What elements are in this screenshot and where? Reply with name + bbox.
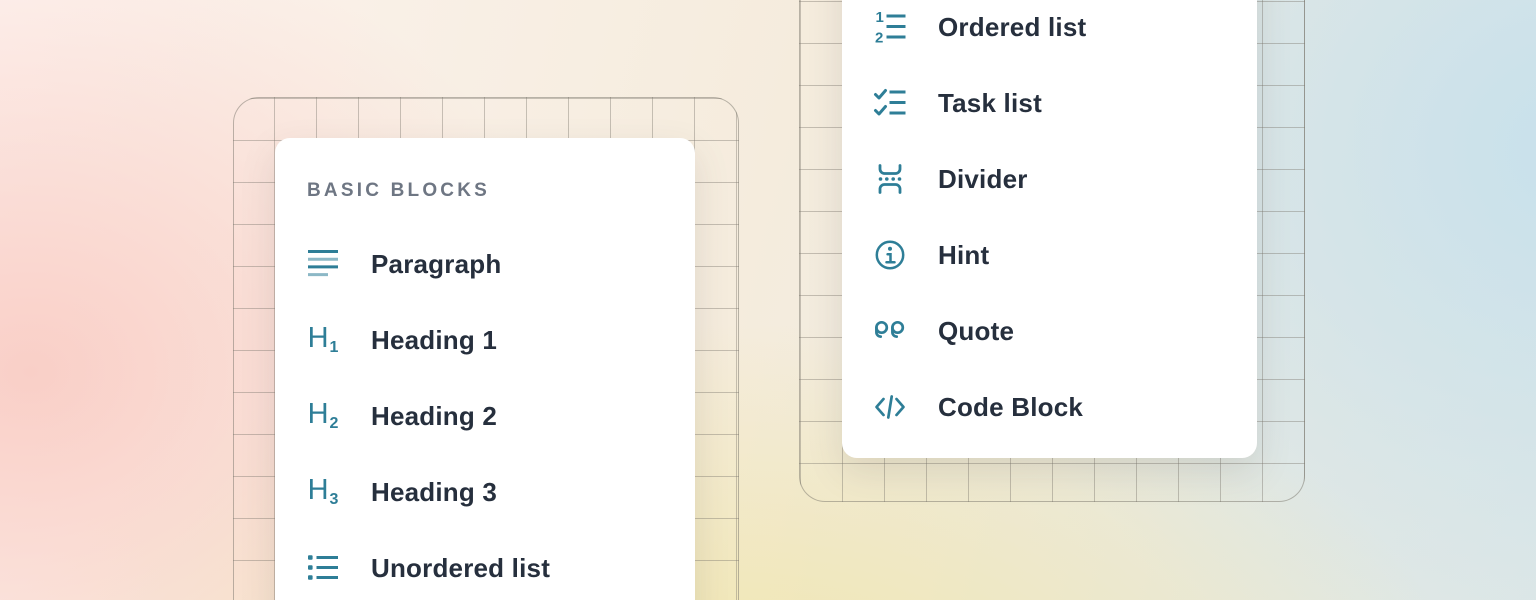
more-blocks-menu-card: 12Ordered listTask listDividerHintQuoteC… [842,0,1257,458]
menu-item-heading-2[interactable]: H2 Heading 2 [275,378,695,454]
menu-item-task-list[interactable]: Task list [842,65,1257,141]
menu-item-label: Heading 2 [371,401,497,432]
menu-item-code-block[interactable]: Code Block [842,369,1257,445]
ordered-list-icon: 12 [873,10,907,44]
heading-3-icon: H3 [306,475,340,509]
divider-icon [873,162,907,196]
basic-blocks-section-header: BASIC BLOCKS [307,180,695,202]
menu-item-label: Unordered list [371,553,550,584]
menu-item-label: Code Block [938,392,1083,423]
menu-item-label: Ordered list [938,12,1086,43]
menu-item-ordered-list[interactable]: 12Ordered list [842,0,1257,65]
menu-item-divider[interactable]: Divider [842,141,1257,217]
hint-icon [873,238,907,272]
code-block-icon [873,390,907,424]
menu-item-label: Hint [938,240,989,271]
heading-1-icon: H1 [306,323,340,357]
menu-item-unordered-list[interactable]: Unordered list [275,530,695,600]
menu-item-label: Task list [938,88,1042,119]
menu-item-paragraph[interactable]: Paragraph [275,226,695,302]
task-list-icon [873,86,907,120]
block-menu-illustration: BASIC BLOCKS Paragraph H1 Heading 1 H2 Headi… [0,0,1536,600]
menu-item-label: Quote [938,316,1014,347]
svg-text:1: 1 [876,10,884,26]
menu-item-label: Divider [938,164,1028,195]
menu-item-label: Heading 3 [371,477,497,508]
quote-icon [873,314,907,348]
heading-2-icon: H2 [306,399,340,433]
menu-item-heading-1[interactable]: H1 Heading 1 [275,302,695,378]
basic-blocks-menu-card: BASIC BLOCKS Paragraph H1 Heading 1 H2 Headi… [275,138,695,600]
menu-item-quote[interactable]: Quote [842,293,1257,369]
svg-text:2: 2 [875,30,883,45]
menu-item-heading-3[interactable]: H3 Heading 3 [275,454,695,530]
menu-item-label: Paragraph [371,249,501,280]
unordered-list-icon [306,551,340,585]
menu-item-hint[interactable]: Hint [842,217,1257,293]
paragraph-icon [306,247,340,281]
menu-item-label: Heading 1 [371,325,497,356]
more-blocks-item-list: 12Ordered listTask listDividerHintQuoteC… [842,0,1257,445]
basic-blocks-item-list: Paragraph H1 Heading 1 H2 Heading 2 H3 Heading… [275,226,695,600]
